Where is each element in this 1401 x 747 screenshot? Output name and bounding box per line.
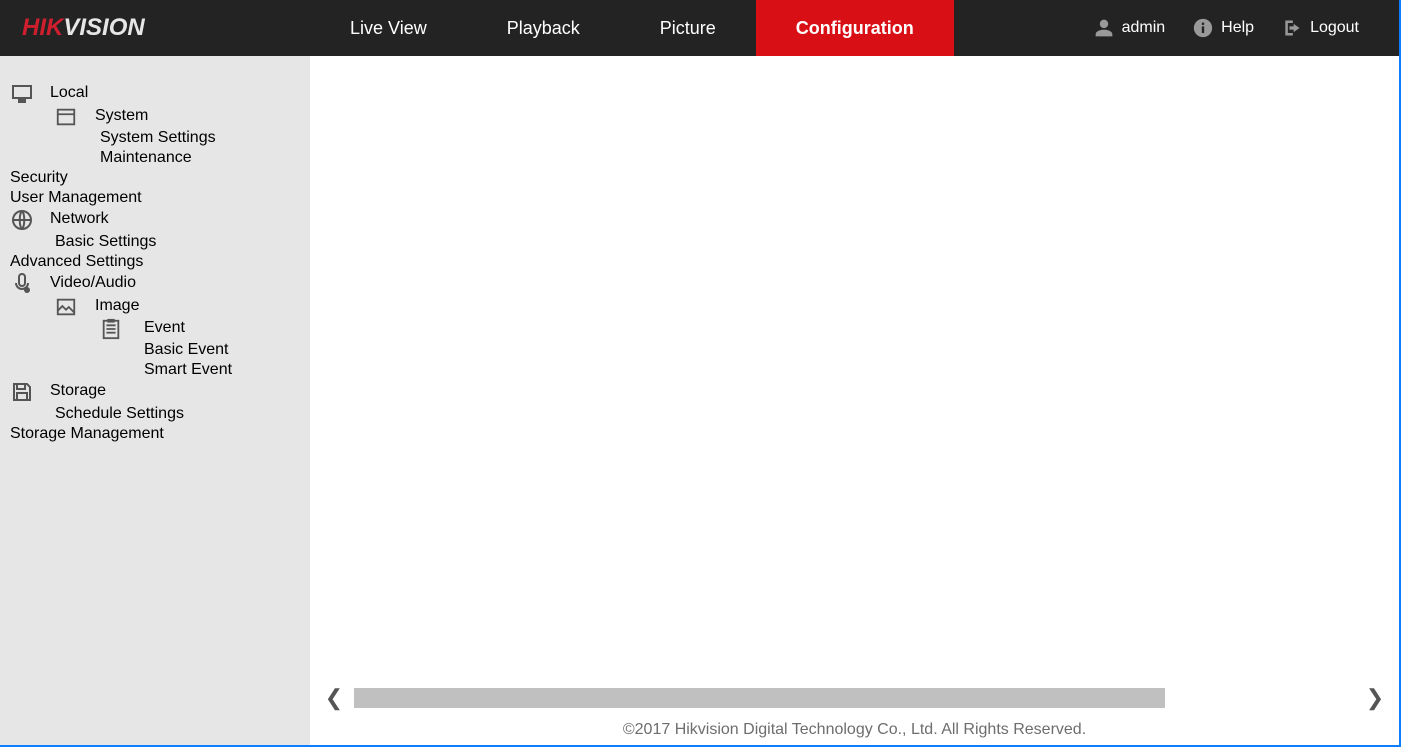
- mic-icon: [10, 272, 50, 296]
- window-icon: [55, 106, 95, 128]
- sidebar-item-smart-event[interactable]: Smart Event: [0, 360, 310, 380]
- sidebar-label-storage-management: Storage Management: [10, 424, 164, 444]
- sidebar: Local System System Settings Maintenance…: [0, 56, 310, 745]
- sidebar-item-storage-management[interactable]: Storage Management: [0, 424, 310, 444]
- content-body: [310, 56, 1399, 681]
- sidebar-label-advanced-settings: Advanced Settings: [10, 252, 143, 272]
- footer-text: ©2017 Hikvision Digital Technology Co., …: [623, 721, 1086, 739]
- horizontal-scrollbar[interactable]: ❮ ❯: [310, 681, 1399, 715]
- sidebar-item-system[interactable]: System: [0, 106, 310, 128]
- scrollbar-gap: [1165, 688, 1355, 708]
- top-bar: HIKVISION Live View Playback Picture Con…: [0, 0, 1401, 56]
- chevron-left-icon[interactable]: ❮: [318, 686, 350, 710]
- sidebar-label-local: Local: [50, 82, 88, 102]
- save-icon: [10, 380, 50, 404]
- nav-picture[interactable]: Picture: [620, 0, 756, 56]
- clipboard-icon: [100, 318, 144, 340]
- sidebar-item-security[interactable]: Security: [0, 168, 310, 188]
- sidebar-label-smart-event: Smart Event: [144, 361, 232, 378]
- user-icon: [1094, 18, 1114, 38]
- sidebar-label-network: Network: [50, 208, 109, 228]
- sidebar-item-image[interactable]: Image: [0, 296, 310, 318]
- sidebar-item-basic-event[interactable]: Basic Event: [0, 340, 310, 360]
- sidebar-label-user-management: User Management: [10, 188, 142, 208]
- chevron-right-icon[interactable]: ❯: [1359, 686, 1391, 710]
- sidebar-item-user-management[interactable]: User Management: [0, 188, 310, 208]
- sidebar-item-local[interactable]: Local: [0, 82, 310, 106]
- footer: ©2017 Hikvision Digital Technology Co., …: [310, 715, 1399, 745]
- globe-icon: [10, 208, 50, 232]
- help-button[interactable]: Help: [1193, 18, 1254, 38]
- nav-configuration[interactable]: Configuration: [756, 0, 954, 56]
- sidebar-label-storage: Storage: [50, 380, 106, 400]
- sidebar-label-system: System: [95, 106, 148, 126]
- logout-button[interactable]: Logout: [1282, 18, 1359, 38]
- content-area: ❮ ❯ ©2017 Hikvision Digital Technology C…: [310, 56, 1399, 745]
- user-menu[interactable]: admin: [1094, 18, 1166, 38]
- sidebar-label-basic-event: Basic Event: [144, 341, 228, 358]
- monitor-icon: [10, 82, 50, 106]
- sidebar-label-event: Event: [144, 318, 185, 338]
- sidebar-label-system-settings: System Settings: [100, 128, 216, 148]
- sidebar-item-basic-settings-net[interactable]: Basic Settings: [0, 232, 310, 252]
- sidebar-label-security: Security: [10, 168, 68, 188]
- sidebar-item-network[interactable]: Network: [0, 208, 310, 232]
- sidebar-item-event[interactable]: Event: [0, 318, 310, 340]
- image-icon: [55, 296, 95, 318]
- sidebar-item-system-settings[interactable]: System Settings: [0, 128, 310, 148]
- sidebar-item-maintenance[interactable]: Maintenance: [0, 148, 310, 168]
- main-area: Local System System Settings Maintenance…: [0, 56, 1401, 747]
- sidebar-item-schedule-settings[interactable]: Schedule Settings: [0, 404, 310, 424]
- main-nav: Live View Playback Picture Configuration: [310, 0, 954, 56]
- info-icon: [1193, 18, 1213, 38]
- logo: HIKVISION: [0, 14, 310, 42]
- sidebar-item-storage[interactable]: Storage: [0, 380, 310, 404]
- nav-playback[interactable]: Playback: [467, 0, 620, 56]
- sidebar-label-schedule-settings: Schedule Settings: [55, 404, 184, 424]
- user-name: admin: [1122, 19, 1166, 37]
- sidebar-label-basic-settings-net: Basic Settings: [55, 232, 156, 252]
- sidebar-label-maintenance: Maintenance: [100, 148, 192, 168]
- logout-icon: [1282, 18, 1302, 38]
- top-right: admin Help Logout: [1094, 0, 1399, 56]
- logout-label: Logout: [1310, 19, 1359, 37]
- scrollbar-track[interactable]: [354, 688, 1355, 708]
- help-label: Help: [1221, 19, 1254, 37]
- sidebar-item-video-audio[interactable]: Video/Audio: [0, 272, 310, 296]
- sidebar-label-video-audio: Video/Audio: [50, 272, 136, 292]
- logo-part2: VISION: [63, 14, 144, 42]
- sidebar-label-image: Image: [95, 296, 139, 316]
- sidebar-item-advanced-settings[interactable]: Advanced Settings: [0, 252, 310, 272]
- logo-part1: HIK: [22, 14, 63, 42]
- nav-live-view[interactable]: Live View: [310, 0, 467, 56]
